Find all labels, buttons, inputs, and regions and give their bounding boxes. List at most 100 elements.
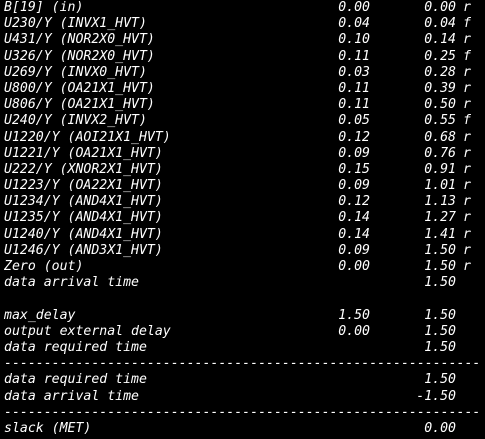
- row-label: data arrival time: [4, 275, 139, 291]
- report-row: max_delay 1.50 1.50: [4, 308, 482, 324]
- report-row: B[19] (in) 0.00 0.00 r: [4, 0, 482, 16]
- incr-value: 0.14: [338, 226, 370, 242]
- row-label: U1235/Y (AND4X1_HVT): [4, 210, 163, 226]
- path-value: 0.91: [424, 161, 456, 177]
- row-label: B[19] (in): [4, 0, 84, 15]
- path-value: 1.50: [424, 242, 456, 258]
- report-row: data required time 1.50: [4, 372, 482, 388]
- report-row: U222/Y (XNOR2X1_HVT) 0.15 0.91 r: [4, 162, 482, 178]
- edge-flag: r: [463, 178, 471, 194]
- incr-value: 0.00: [338, 0, 370, 15]
- timing-report: B[19] (in) 0.00 0.00 r U230/Y (INVX1_HVT) 0.0…: [4, 0, 482, 437]
- edge-flag: r: [463, 226, 471, 242]
- incr-value: 0.15: [338, 161, 370, 177]
- report-row: U1234/Y (AND4X1_HVT) 0.12 1.13 r: [4, 194, 482, 210]
- path-value: 0.00: [424, 420, 456, 436]
- path-value: 0.04: [424, 16, 456, 32]
- separator-line: ----------------------------------------…: [4, 356, 482, 372]
- path-value: 1.50: [424, 339, 456, 355]
- path-value: 1.50: [424, 275, 456, 291]
- row-label: data required time: [4, 372, 147, 388]
- path-value: 1.50: [424, 307, 456, 323]
- incr-value: 0.05: [338, 113, 370, 129]
- incr-value: 1.50: [338, 307, 370, 323]
- path-value: 1.27: [424, 210, 456, 226]
- row-label: U269/Y (INVX0_HVT): [4, 64, 147, 80]
- row-label: slack (MET): [4, 420, 92, 436]
- report-row: U240/Y (INVX2_HVT) 0.05 0.55 f: [4, 113, 482, 129]
- path-value: 1.13: [424, 194, 456, 210]
- row-label: U240/Y (INVX2_HVT): [4, 113, 147, 129]
- edge-flag: r: [463, 145, 471, 161]
- report-row: U1235/Y (AND4X1_HVT) 0.14 1.27 r: [4, 210, 482, 226]
- edge-flag: r: [463, 210, 471, 226]
- report-row: U1221/Y (OA21X1_HVT) 0.09 0.76 r: [4, 146, 482, 162]
- row-label: U431/Y (NOR2X0_HVT): [4, 32, 155, 48]
- separator-line: ----------------------------------------…: [4, 405, 482, 421]
- path-value: 0.28: [424, 64, 456, 80]
- path-value: 0.55: [424, 113, 456, 129]
- incr-value: 0.09: [338, 145, 370, 161]
- edge-flag: f: [463, 113, 471, 129]
- incr-value: 0.11: [338, 80, 370, 96]
- report-row: slack (MET) 0.00: [4, 421, 482, 437]
- edge-flag: f: [463, 16, 471, 32]
- row-label: U806/Y (OA21X1_HVT): [4, 97, 155, 113]
- row-label: Zero (out): [4, 259, 84, 274]
- report-row: Zero (out) 0.00 1.50 r: [4, 259, 482, 275]
- report-row: data arrival time -1.50: [4, 389, 482, 405]
- row-label: max_delay: [4, 307, 76, 323]
- row-label: data arrival time: [4, 388, 139, 404]
- report-row: data arrival time 1.50: [4, 275, 482, 291]
- row-label: U800/Y (OA21X1_HVT): [4, 80, 155, 96]
- path-value: 1.50: [424, 323, 456, 339]
- separator-dashes: ----------------------------------------…: [4, 404, 482, 420]
- incr-value: 0.10: [338, 32, 370, 48]
- row-label: U326/Y (NOR2X0_HVT): [4, 48, 155, 64]
- incr-value: 0.00: [338, 323, 370, 339]
- edge-flag: r: [463, 194, 471, 210]
- incr-value: 0.12: [338, 194, 370, 210]
- path-value: 0.68: [424, 129, 456, 145]
- report-row: U326/Y (NOR2X0_HVT) 0.11 0.25 f: [4, 49, 482, 65]
- row-label: U1240/Y (AND4X1_HVT): [4, 226, 163, 242]
- report-row: U1220/Y (AOI21X1_HVT) 0.12 0.68 r: [4, 130, 482, 146]
- edge-flag: r: [463, 32, 471, 48]
- row-label: U1223/Y (OA22X1_HVT): [4, 178, 163, 194]
- path-value: 0.50: [424, 97, 456, 113]
- report-row: U806/Y (OA21X1_HVT) 0.11 0.50 r: [4, 97, 482, 113]
- incr-value: 0.11: [338, 97, 370, 113]
- incr-value: 0.09: [338, 242, 370, 258]
- edge-flag: r: [463, 161, 471, 177]
- incr-value: 0.09: [338, 178, 370, 194]
- report-row: U431/Y (NOR2X0_HVT) 0.10 0.14 r: [4, 32, 482, 48]
- report-row: output external delay 0.00 1.50: [4, 324, 482, 340]
- incr-value: 0.12: [338, 129, 370, 145]
- edge-flag: r: [463, 129, 471, 145]
- incr-value: 0.14: [338, 210, 370, 226]
- report-row: U1246/Y (AND3X1_HVT) 0.09 1.50 r: [4, 243, 482, 259]
- path-value: 0.25: [424, 48, 456, 64]
- report-row: U1240/Y (AND4X1_HVT) 0.14 1.41 r: [4, 227, 482, 243]
- row-label: U1220/Y (AOI21X1_HVT): [4, 129, 171, 145]
- path-value: -1.50: [416, 388, 456, 404]
- row-label: data required time: [4, 339, 147, 355]
- row-label: U222/Y (XNOR2X1_HVT): [4, 161, 163, 177]
- report-row: data required time 1.50: [4, 340, 482, 356]
- path-value: 1.50: [424, 259, 456, 274]
- row-label: U1234/Y (AND4X1_HVT): [4, 194, 163, 210]
- path-value: 1.41: [424, 226, 456, 242]
- report-row: U269/Y (INVX0_HVT) 0.03 0.28 r: [4, 65, 482, 81]
- row-label: U230/Y (INVX1_HVT): [4, 16, 147, 32]
- incr-value: 0.11: [338, 48, 370, 64]
- incr-value: 0.03: [338, 64, 370, 80]
- edge-flag: r: [463, 259, 471, 274]
- incr-value: 0.00: [338, 259, 370, 274]
- path-value: 0.76: [424, 145, 456, 161]
- row-label: U1246/Y (AND3X1_HVT): [4, 242, 163, 258]
- separator-dashes: ----------------------------------------…: [4, 356, 482, 372]
- edge-flag: r: [463, 64, 471, 80]
- report-row: U800/Y (OA21X1_HVT) 0.11 0.39 r: [4, 81, 482, 97]
- report-row: U230/Y (INVX1_HVT) 0.04 0.04 f: [4, 16, 482, 32]
